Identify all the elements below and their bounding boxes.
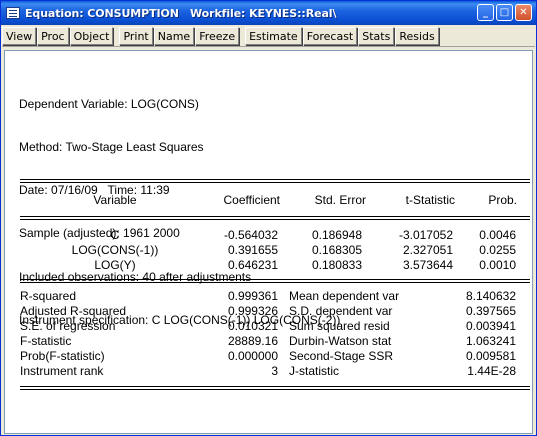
window-title: Equation: CONSUMPTION Workfile: KEYNES::… bbox=[25, 6, 337, 20]
minimize-button[interactable]: _ bbox=[477, 4, 494, 21]
method-line: Method: Two-Stage Least Squares bbox=[19, 140, 204, 155]
prob-value: 0.0046 bbox=[479, 228, 516, 242]
stat-value: 1.44E-28 bbox=[467, 364, 516, 378]
dependent-variable-line: Dependent Variable: LOG(CONS) bbox=[19, 96, 199, 111]
stat-label: F-statistic bbox=[20, 334, 72, 348]
stat-value: 28889.16 bbox=[227, 334, 278, 348]
stat-value: 3 bbox=[271, 364, 278, 378]
name-button[interactable]: Name bbox=[153, 27, 195, 45]
t-statistic-value: 2.327051 bbox=[402, 243, 453, 257]
estimate-button[interactable]: Estimate bbox=[245, 27, 302, 45]
rule bbox=[20, 219, 530, 220]
rule bbox=[20, 386, 530, 387]
prob-value: 0.0010 bbox=[479, 258, 516, 272]
forecast-button[interactable]: Forecast bbox=[302, 27, 358, 45]
coefficient-value: 0.646231 bbox=[227, 258, 278, 272]
title-bar[interactable]: Equation: CONSUMPTION Workfile: KEYNES::… bbox=[1, 1, 536, 25]
rule bbox=[20, 216, 530, 217]
t-statistic-value: -3.017052 bbox=[398, 228, 453, 242]
col-header-std-error: Std. Error bbox=[314, 193, 366, 207]
stat-value: 0.003941 bbox=[465, 319, 516, 333]
close-button[interactable]: ✕ bbox=[515, 4, 532, 21]
stat-label: S.E. of regression bbox=[20, 319, 116, 333]
stat-value: 8.140632 bbox=[465, 289, 516, 303]
coefficient-value: -0.564032 bbox=[223, 228, 278, 242]
equation-window: Equation: CONSUMPTION Workfile: KEYNES::… bbox=[0, 0, 537, 436]
maximize-button[interactable]: □ bbox=[496, 4, 513, 21]
stat-label: S.D. dependent var bbox=[289, 304, 393, 318]
stats-button[interactable]: Stats bbox=[358, 27, 395, 45]
stat-value: 0.010321 bbox=[227, 319, 278, 333]
proc-button[interactable]: Proc bbox=[37, 27, 69, 45]
rule bbox=[20, 389, 530, 390]
col-header-variable: Variable bbox=[93, 193, 137, 207]
stat-value: 0.999326 bbox=[227, 304, 278, 318]
view-button[interactable]: View bbox=[2, 27, 37, 45]
stat-value: 0.000000 bbox=[227, 349, 278, 363]
t-statistic-value: 3.573644 bbox=[402, 258, 453, 272]
equation-window-icon bbox=[6, 7, 20, 19]
rule bbox=[20, 279, 530, 280]
object-button[interactable]: Object bbox=[69, 27, 114, 45]
std-error-value: 0.168305 bbox=[311, 243, 362, 257]
stat-label: Prob(F-statistic) bbox=[20, 349, 105, 363]
stat-label: Adjusted R-squared bbox=[20, 304, 127, 318]
stat-label: R-squared bbox=[20, 289, 77, 303]
prob-value: 0.0255 bbox=[479, 243, 516, 257]
stat-value: 0.999361 bbox=[227, 289, 278, 303]
variable-name: LOG(Y) bbox=[94, 258, 136, 272]
col-header-prob: Prob. bbox=[488, 193, 517, 207]
variable-name: C bbox=[110, 228, 120, 242]
stat-label: Sum squared resid bbox=[289, 319, 390, 333]
stat-label: Instrument rank bbox=[20, 364, 104, 378]
toolbar: View Proc Object Print Name Freeze Estim… bbox=[2, 26, 535, 47]
window-controls: _ □ ✕ bbox=[477, 4, 532, 21]
stat-label: Durbin-Watson stat bbox=[289, 334, 392, 348]
stat-label: Second-Stage SSR bbox=[289, 349, 394, 363]
rule bbox=[20, 182, 530, 183]
resids-button[interactable]: Resids bbox=[395, 27, 439, 45]
print-button[interactable]: Print bbox=[119, 27, 153, 45]
stat-value: 0.397565 bbox=[465, 304, 516, 318]
coefficient-value: 0.391655 bbox=[227, 243, 278, 257]
stat-label: Mean dependent var bbox=[289, 289, 400, 303]
std-error-value: 0.180833 bbox=[311, 258, 362, 272]
std-error-value: 0.186948 bbox=[311, 228, 362, 242]
stat-value: 1.063241 bbox=[465, 334, 516, 348]
col-header-coefficient: Coefficient bbox=[223, 193, 280, 207]
freeze-button[interactable]: Freeze bbox=[195, 27, 240, 45]
stat-value: 0.009581 bbox=[465, 349, 516, 363]
col-header-t-statistic: t-Statistic bbox=[405, 193, 455, 207]
variable-name: LOG(CONS(-1)) bbox=[71, 243, 159, 257]
rule bbox=[20, 282, 530, 283]
estimation-output[interactable]: Dependent Variable: LOG(CONS) Method: Tw… bbox=[4, 50, 533, 434]
rule bbox=[20, 179, 530, 180]
stat-label: J-statistic bbox=[289, 364, 340, 378]
